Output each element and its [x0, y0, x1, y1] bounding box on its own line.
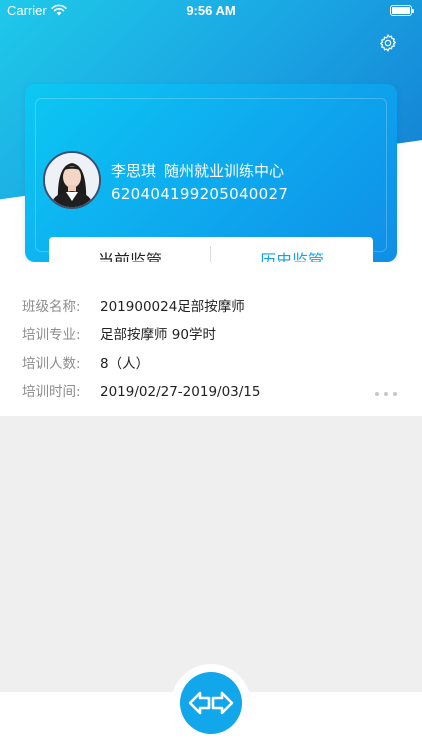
switch-button[interactable] [180, 672, 242, 734]
class-name-label: 班级名称: [22, 299, 81, 315]
info-row-period: 培训时间: 2019/02/27-2019/03/15 [22, 381, 261, 403]
info-row-count: 培训人数: 8（人） [22, 353, 149, 375]
major-label: 培训专业: [22, 327, 81, 343]
period-value: 2019/02/27-2019/03/15 [100, 384, 261, 400]
training-center-name: 随州就业训练中心 [164, 162, 285, 180]
avatar-photo [45, 153, 99, 207]
status-bar: Carrier 9:56 AM [0, 0, 422, 22]
more-options-icon[interactable] [375, 392, 399, 398]
info-row-major: 培训专业: 足部按摩师 90学时 [22, 324, 216, 346]
battery-icon [390, 5, 414, 16]
major-value: 足部按摩师 90学时 [100, 327, 216, 343]
period-label: 培训时间: [22, 384, 81, 400]
count-value: 8（人） [100, 356, 150, 372]
training-info-panel: 班级名称: 201900024足部按摩师 培训专业: 足部按摩师 90学时 培训人数… [0, 262, 422, 416]
user-name: 李思琪 [111, 162, 157, 180]
info-row-class-name: 班级名称: 201900024足部按摩师 [22, 296, 245, 318]
switch-arrows-icon [188, 691, 234, 715]
profile-name-line: 李思琪 随州就业训练中心 [111, 160, 284, 181]
avatar [43, 151, 101, 209]
gear-icon[interactable] [378, 33, 398, 53]
count-label: 培训人数: [22, 356, 81, 372]
id-number: 620404199205040027 [111, 185, 289, 203]
class-name-value: 201900024足部按摩师 [100, 299, 245, 315]
status-time: 9:56 AM [186, 3, 236, 18]
